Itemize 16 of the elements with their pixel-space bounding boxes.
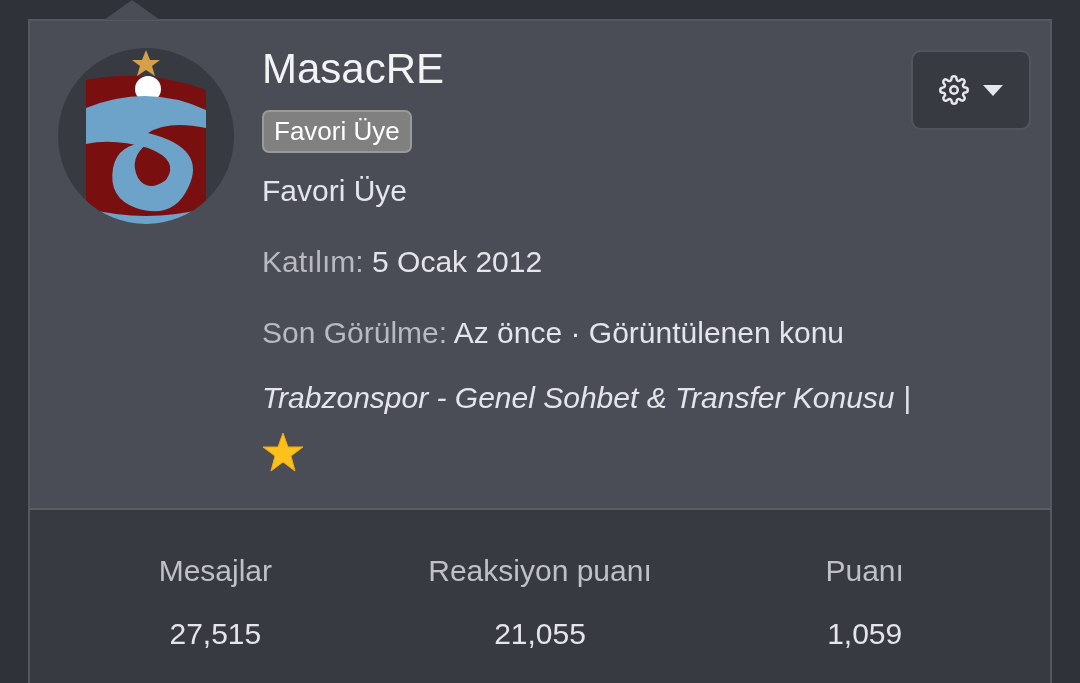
- last-seen: Son Görülme: Az önce · Görüntülenen konu: [262, 315, 846, 352]
- user-title: Favori Üye: [262, 174, 408, 208]
- username[interactable]: MasacRE: [262, 45, 445, 92]
- stat-value: 27,515: [169, 616, 262, 652]
- caret-icon: [982, 84, 1003, 96]
- settings-button[interactable]: [910, 50, 1031, 130]
- thread-link[interactable]: Trabzonspor - Genel Sohbet & Transfer Konusu |: [262, 375, 911, 421]
- user-badge: Favori Üye: [262, 110, 412, 154]
- stat-label: Mesajlar: [158, 553, 272, 589]
- stat-label: Puanı: [825, 553, 904, 589]
- stat-value: 21,055: [494, 616, 586, 652]
- stat-value: 1,059: [827, 616, 903, 652]
- stat-label: Reaksiyon puanı: [428, 553, 652, 589]
- joined-date: Katılım: 5 Ocak 2012: [262, 244, 544, 281]
- star-icon: [262, 432, 304, 473]
- settings-icon: [938, 75, 969, 105]
